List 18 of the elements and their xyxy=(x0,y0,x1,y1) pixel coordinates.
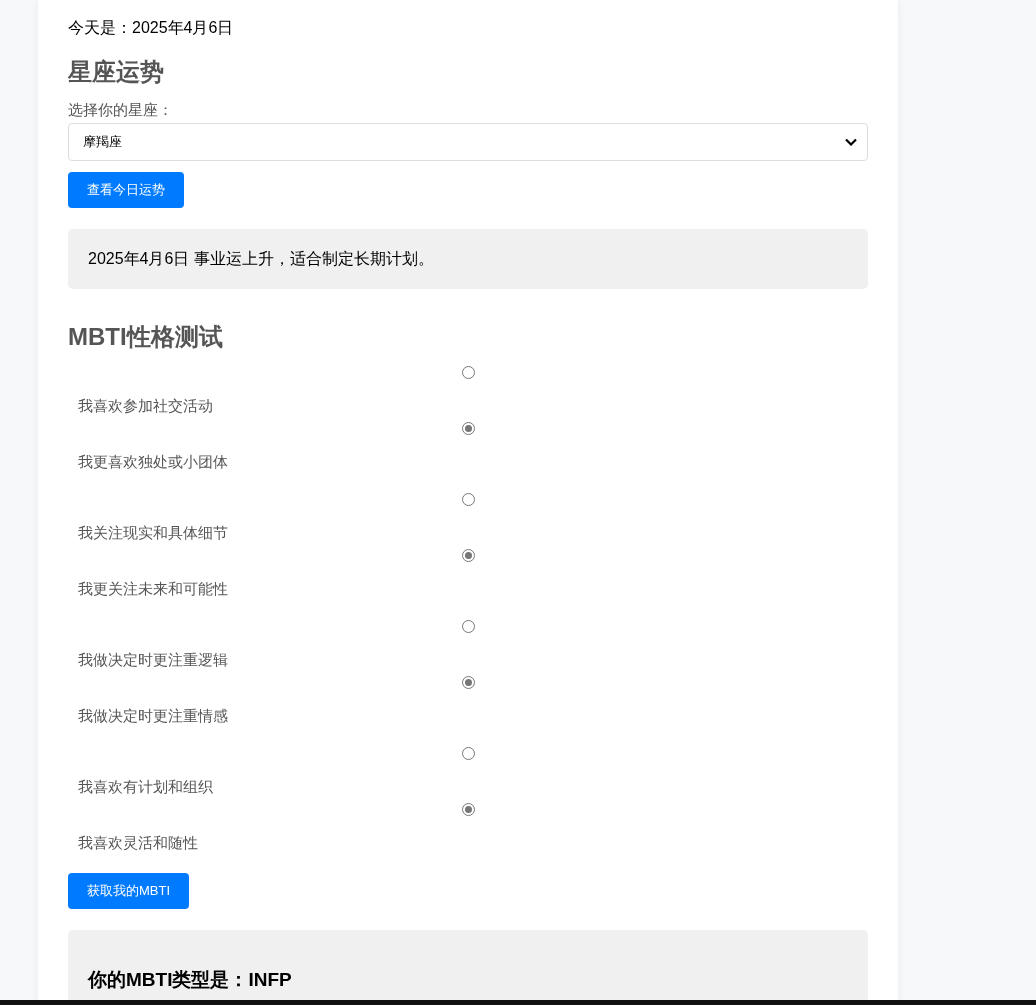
option-label: 我喜欢灵活和随性 xyxy=(78,833,198,853)
section-title: MBTI性格测试 xyxy=(68,322,223,352)
option-label: 我关注现实和具体细节 xyxy=(78,523,228,543)
zodiac-select[interactable]: 摩羯座 xyxy=(68,123,868,161)
fortune-button[interactable]: 查看今日运势 xyxy=(68,172,184,208)
section-title: 星座运势 xyxy=(68,57,164,87)
option-label: 我更关注未来和可能性 xyxy=(78,579,228,599)
field-label: 选择你的星座： xyxy=(68,100,173,120)
option-label: 我更喜欢独处或小团体 xyxy=(78,452,228,472)
mbti-button[interactable]: 获取我的MBTI xyxy=(68,873,190,909)
option-label: 我喜欢参加社交活动 xyxy=(78,396,213,416)
fortune-result: 2025年4月6日 事业运上升，适合制定长期计划。 xyxy=(68,229,868,289)
result-heading: 你的MBTI类型是：INFP xyxy=(88,968,292,992)
option-label: 我做决定时更注重逻辑 xyxy=(78,650,228,670)
date-text: 今天是：2025年4月6日 xyxy=(68,18,234,38)
option-label: 我喜欢有计划和组织 xyxy=(78,777,213,797)
option-label: 我做决定时更注重情感 xyxy=(78,706,228,726)
chevron-down-icon xyxy=(845,138,857,146)
